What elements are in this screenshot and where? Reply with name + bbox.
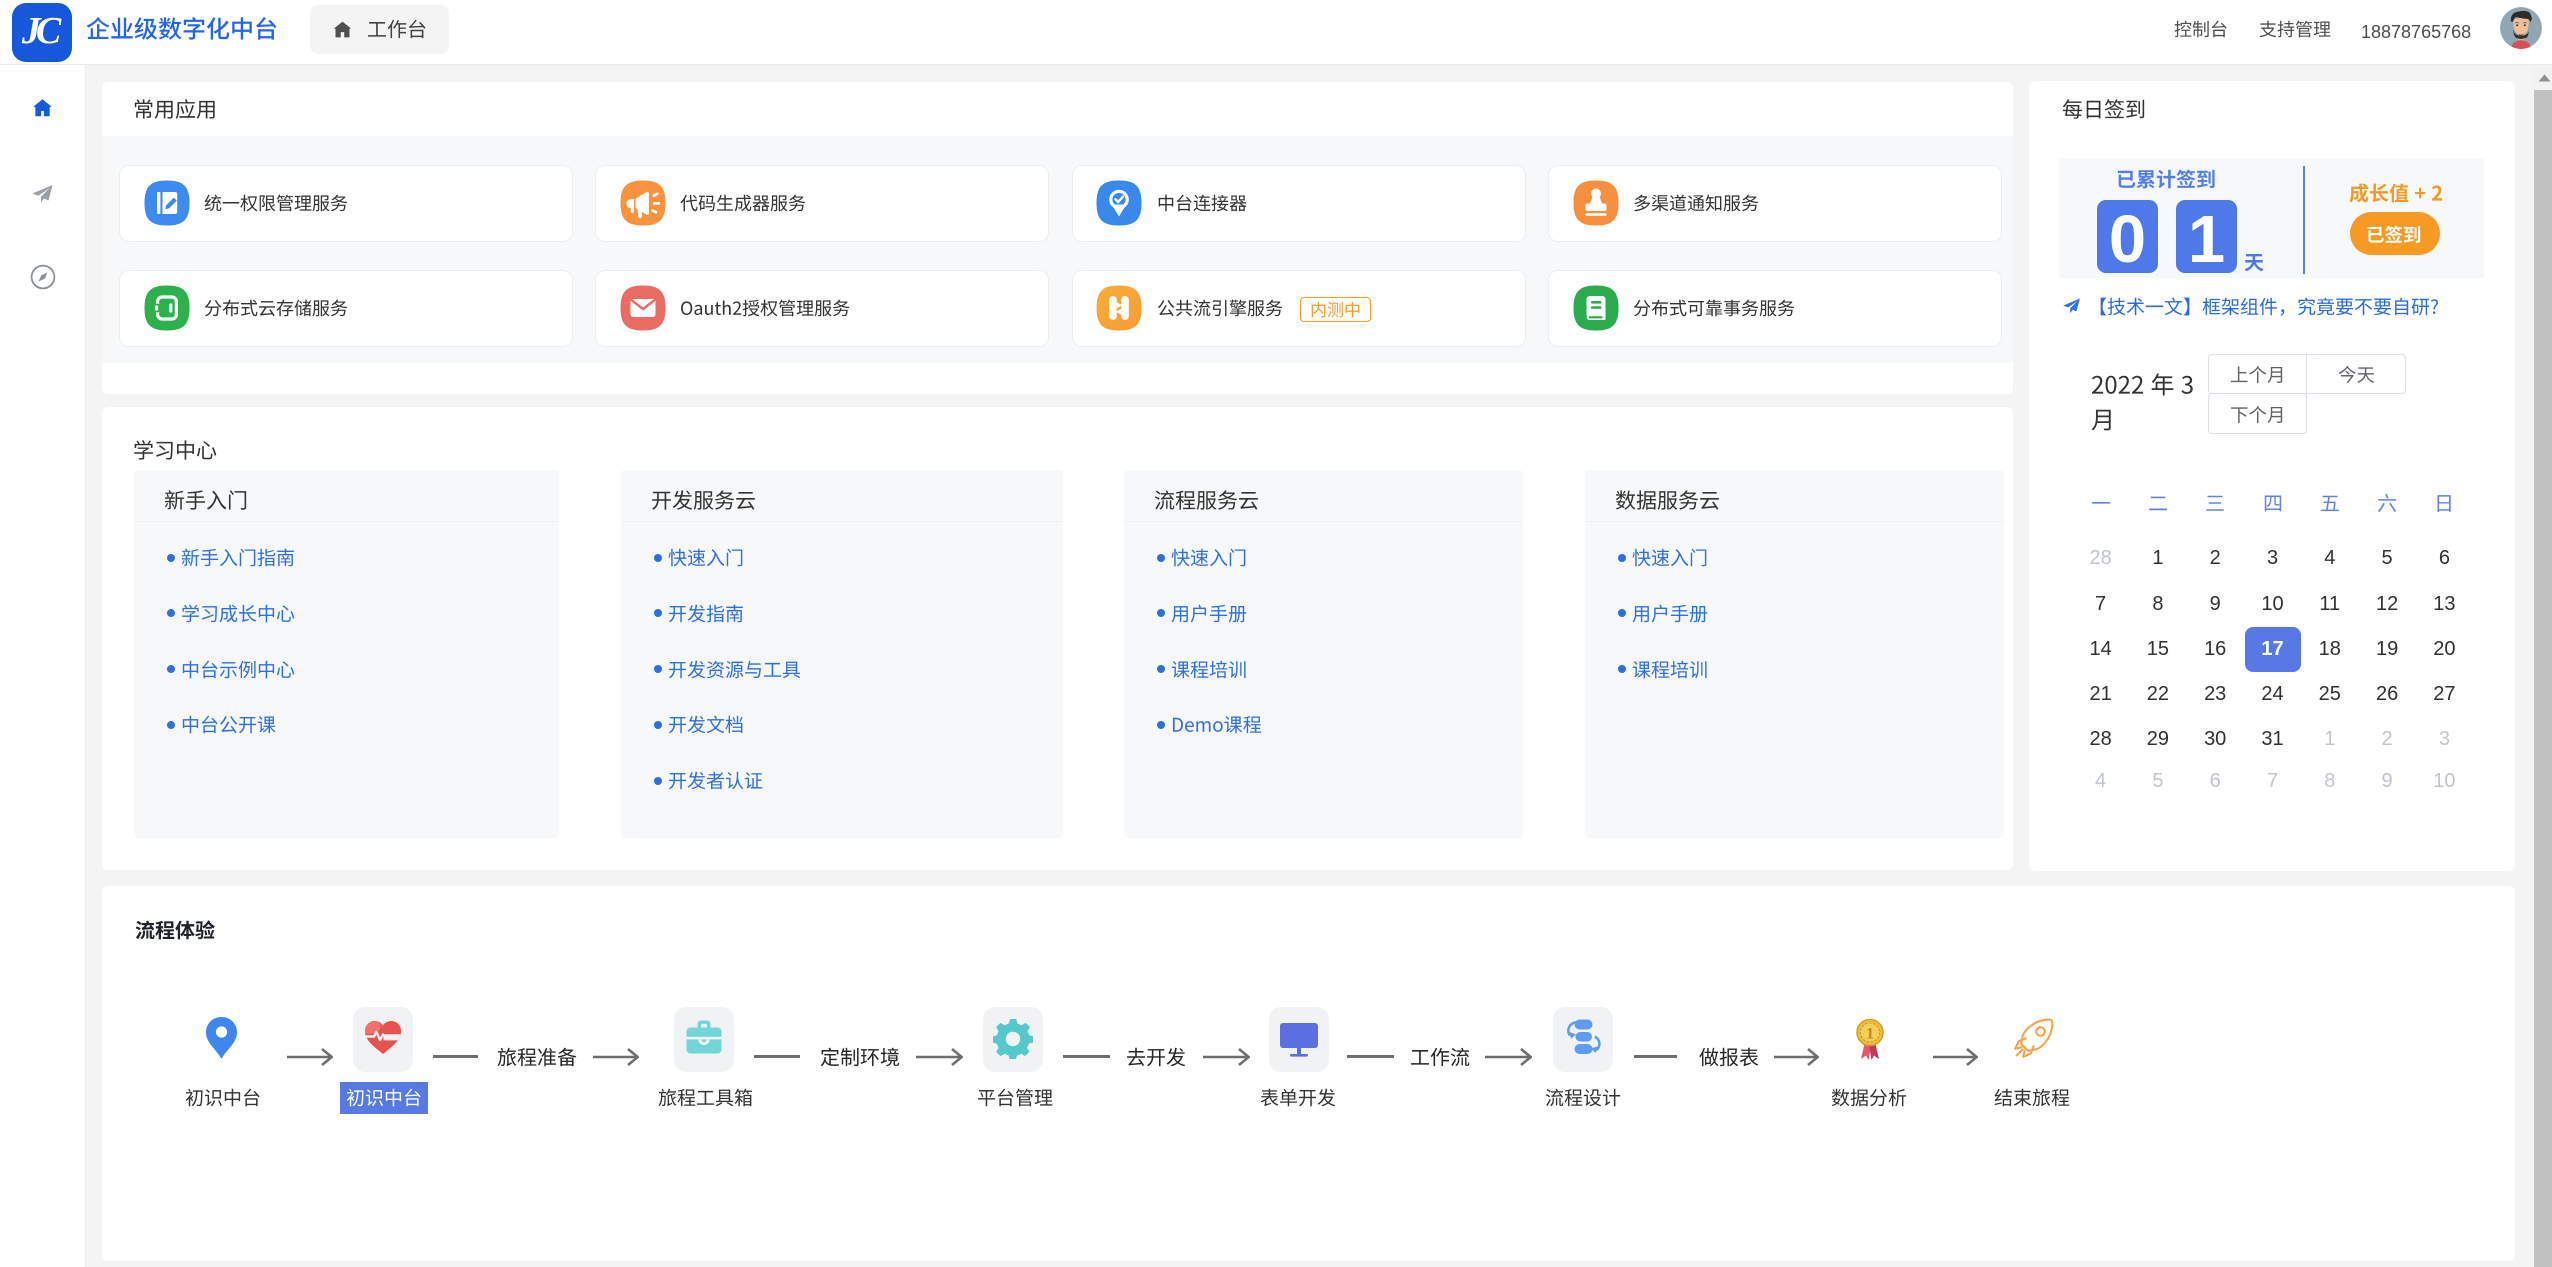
svg-text:1: 1	[1866, 1026, 1874, 1043]
